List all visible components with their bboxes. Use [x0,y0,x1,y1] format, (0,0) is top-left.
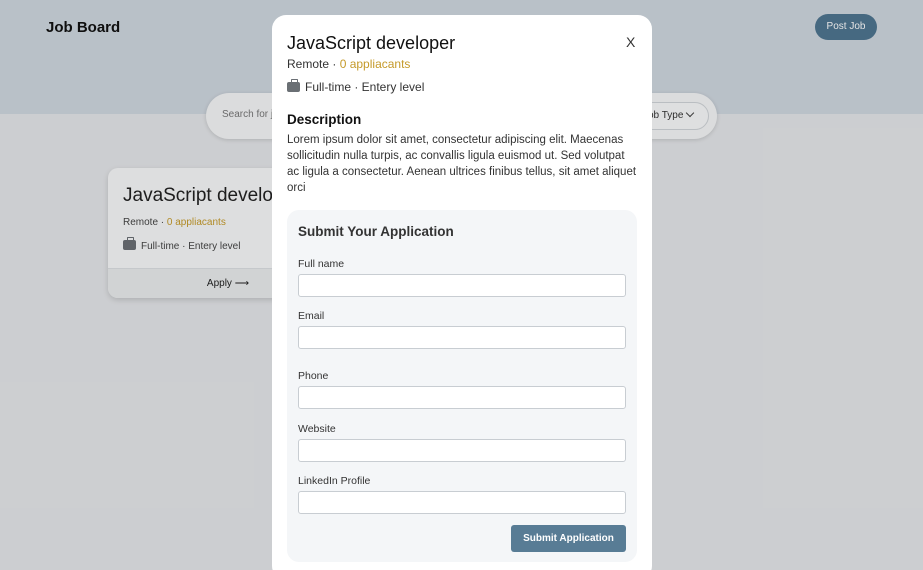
briefcase-icon [287,79,300,92]
modal-location: Remote [287,57,330,71]
application-form: Submit Your Application Full name Email … [287,210,637,562]
modal-type: Full-time · Entery level [287,79,425,94]
description-heading: Description [287,112,362,127]
job-details-modal: JavaScript developer X Remote · 0 applia… [272,15,652,570]
form-title: Submit Your Application [298,224,454,239]
email-label: Email [298,310,325,322]
linkedin-label: LinkedIn Profile [298,475,371,487]
modal-meta: Remote · 0 appliacants [287,57,410,71]
modal-applicants: 0 appliacants [339,57,411,71]
meta-separator: · [329,57,340,71]
modal-title: JavaScript developer [287,33,456,53]
website-label: Website [298,423,336,435]
description-text: Lorem ipsum dolor sit amet, consectetur … [287,134,637,194]
submit-application-button[interactable]: Submit Application [511,525,626,552]
full-name-label: Full name [298,258,345,270]
full-name-field[interactable] [298,274,626,297]
close-button[interactable]: X [626,34,635,50]
modal-type-text: Full-time · Entery level [305,80,425,94]
phone-field[interactable] [298,386,626,409]
email-field[interactable] [298,326,626,349]
linkedin-field[interactable] [298,491,626,514]
phone-label: Phone [298,370,329,382]
website-field[interactable] [298,439,626,462]
